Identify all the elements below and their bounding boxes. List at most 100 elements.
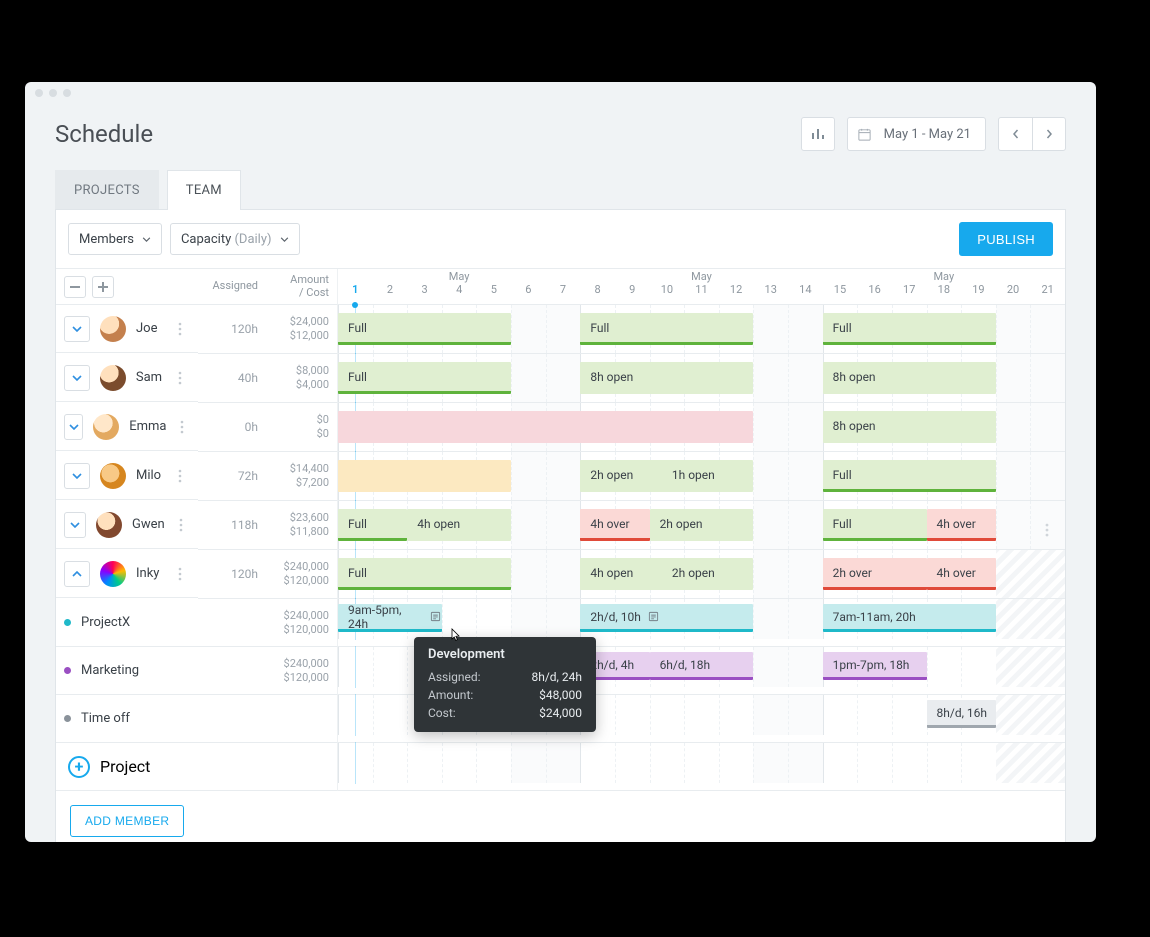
month-label: May xyxy=(580,269,822,284)
add-member-button[interactable]: ADD MEMBER xyxy=(70,805,184,837)
schedule-block[interactable]: 2h/d, 10h xyxy=(580,604,753,632)
block-label: 1pm-7pm, 18h xyxy=(833,658,910,672)
toggle-member-button[interactable] xyxy=(64,561,90,587)
lane[interactable]: Full 4h open2h open 2h over4h over xyxy=(338,550,1065,599)
block-label: 6h/d, 18h xyxy=(660,658,711,672)
day-number: 10 xyxy=(650,283,685,304)
schedule-block[interactable]: 4h over xyxy=(580,509,649,541)
capacity-dropdown[interactable]: Capacity (Daily) xyxy=(170,223,300,255)
block-label: Full xyxy=(348,517,367,531)
schedule-block[interactable] xyxy=(338,411,753,443)
schedule-block[interactable]: Full xyxy=(338,558,511,590)
member-row: Joe xyxy=(56,305,198,353)
day-number: 18 xyxy=(927,283,962,304)
member-menu-button[interactable] xyxy=(172,366,188,390)
member-row: Milo xyxy=(56,452,198,500)
schedule-block[interactable]: 4h over xyxy=(927,558,996,590)
tooltip-cost-label: Cost: xyxy=(428,706,456,720)
schedule-block[interactable]: Full xyxy=(580,313,753,345)
toggle-member-button[interactable] xyxy=(64,316,90,342)
toggle-member-button[interactable] xyxy=(64,414,83,440)
chart-view-button[interactable] xyxy=(801,117,835,151)
member-row: Gwen xyxy=(56,501,198,549)
schedule-block[interactable]: Full xyxy=(823,509,927,541)
lane[interactable]: Full 4h open 4h over 2h open Full 4h over xyxy=(338,501,1065,550)
next-range-button[interactable] xyxy=(1032,117,1066,151)
lane[interactable]: 8h open xyxy=(338,403,1065,452)
project-name: ProjectX xyxy=(81,615,130,630)
amount-cost: $24,000$12,000 xyxy=(266,305,338,354)
date-range-picker[interactable]: May 1 - May 21 xyxy=(847,117,986,151)
block-label: 4h over xyxy=(590,517,629,531)
schedule-grid: AssignedAmount/ CostMayMayMay12345678910… xyxy=(56,268,1065,791)
day-number: 17 xyxy=(892,283,927,304)
lane[interactable]: Full 8h open 8h open xyxy=(338,354,1065,403)
toggle-member-button[interactable] xyxy=(64,512,86,538)
collapse-all-button[interactable] xyxy=(64,276,86,298)
schedule-block[interactable]: 2h open1h open xyxy=(580,460,753,492)
schedule-block[interactable]: 2h open xyxy=(650,509,754,541)
schedule-block[interactable]: Full xyxy=(823,313,996,345)
tooltip-amount-value: $48,000 xyxy=(539,688,582,702)
assigned-column-header: Assigned xyxy=(198,269,266,305)
schedule-block[interactable]: Full xyxy=(338,509,407,541)
app-window: Schedule May 1 - May 21 PROJECTS xyxy=(25,82,1096,842)
avatar xyxy=(100,463,126,489)
schedule-block[interactable]: Full xyxy=(338,362,511,394)
member-menu-button[interactable] xyxy=(172,464,188,488)
schedule-block[interactable]: 4h open xyxy=(407,509,511,541)
day-number: 5 xyxy=(476,283,511,304)
lane[interactable]: Full Full Full xyxy=(338,305,1065,354)
schedule-block[interactable]: 7am-11am, 20h xyxy=(823,604,996,632)
schedule-block[interactable]: 9am-5pm, 24h xyxy=(338,604,442,632)
member-menu-button[interactable] xyxy=(172,562,188,586)
schedule-block[interactable]: 1pm-7pm, 18h xyxy=(823,652,927,680)
schedule-block[interactable]: 8h open xyxy=(823,411,996,443)
member-menu-button[interactable] xyxy=(175,513,188,537)
chevron-right-icon xyxy=(1044,129,1054,139)
schedule-block[interactable]: 8h open xyxy=(580,362,753,394)
member-menu-button[interactable] xyxy=(172,317,188,341)
chevron-left-icon xyxy=(1011,129,1021,139)
month-label: May xyxy=(823,269,1065,284)
member-name: Joe xyxy=(136,321,157,336)
tab-projects[interactable]: PROJECTS xyxy=(55,170,159,210)
schedule-block[interactable]: Full xyxy=(823,460,996,492)
block-label: 4h open xyxy=(590,566,672,580)
schedule-block[interactable]: Full xyxy=(338,313,511,345)
schedule-block[interactable]: 4h over xyxy=(927,509,996,541)
plus-circle-icon: + xyxy=(68,756,90,778)
note-icon xyxy=(428,610,442,624)
amount-cost: $14,400$7,200 xyxy=(266,452,338,501)
add-project-row[interactable]: +Project xyxy=(56,743,198,791)
block-label: 8h open xyxy=(833,370,876,384)
schedule-block[interactable]: 4h open2h open xyxy=(580,558,753,590)
toggle-member-button[interactable] xyxy=(64,463,90,489)
project-subrow: ProjectX xyxy=(56,599,198,647)
chevron-down-icon xyxy=(142,237,151,242)
block-label: 7am-11am, 20h xyxy=(833,610,916,624)
member-menu-button[interactable] xyxy=(177,415,189,439)
date-range-text: May 1 - May 21 xyxy=(882,127,985,142)
publish-button[interactable]: PUBLISH xyxy=(959,222,1053,256)
toggle-member-button[interactable] xyxy=(64,365,90,391)
schedule-block[interactable]: 6h/d, 18h xyxy=(650,652,754,680)
day-number: 12 xyxy=(719,283,754,304)
schedule-block[interactable]: 8h/d, 16h xyxy=(927,700,996,728)
block-label: 2h open xyxy=(660,517,703,531)
members-dropdown[interactable]: Members xyxy=(68,223,162,255)
day-number: 11 xyxy=(684,283,719,304)
avatar xyxy=(100,316,126,342)
toolbar: Members Capacity (Daily) PUBLISH xyxy=(56,210,1065,268)
expand-all-button[interactable] xyxy=(92,276,114,298)
lane[interactable]: 2h open1h open Full xyxy=(338,452,1065,501)
schedule-block[interactable] xyxy=(338,460,511,492)
prev-range-button[interactable] xyxy=(998,117,1032,151)
block-label: Full xyxy=(833,517,852,531)
amount-cost: $8,000$4,000 xyxy=(266,354,338,403)
day-number: 3 xyxy=(407,283,442,304)
schedule-block[interactable]: 2h over xyxy=(823,558,927,590)
assigned-hours: 118h xyxy=(198,501,266,550)
schedule-block[interactable]: 8h open xyxy=(823,362,996,394)
tab-team[interactable]: TEAM xyxy=(167,170,241,210)
